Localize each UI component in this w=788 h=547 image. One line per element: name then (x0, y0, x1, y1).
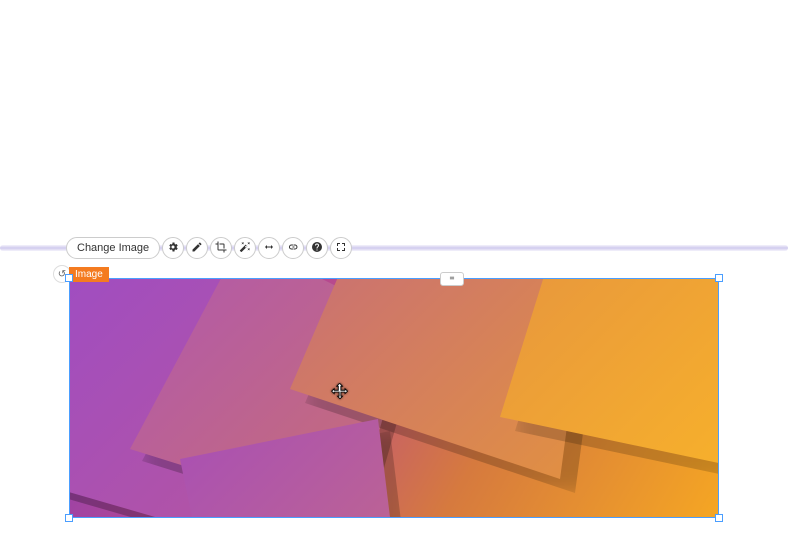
animation-button[interactable] (258, 237, 280, 259)
image-toolbar: Change Image (66, 237, 352, 259)
change-image-button[interactable]: Change Image (66, 237, 160, 259)
link-button[interactable] (282, 237, 304, 259)
design-button[interactable] (186, 237, 208, 259)
resize-handle-top-left[interactable] (65, 274, 73, 282)
resize-handle-bottom-left[interactable] (65, 514, 73, 522)
drag-icon (447, 270, 457, 288)
help-icon (311, 241, 323, 256)
stretch-icon (335, 241, 347, 256)
selected-image[interactable] (69, 278, 719, 518)
animation-icon (263, 241, 275, 256)
empty-canvas-area (0, 0, 788, 245)
gear-icon (167, 241, 179, 256)
settings-button[interactable] (162, 237, 184, 259)
drag-handle[interactable] (440, 272, 464, 286)
resize-handle-top-right[interactable] (715, 274, 723, 282)
stretch-button[interactable] (330, 237, 352, 259)
resize-handle-bottom-right[interactable] (715, 514, 723, 522)
filters-button[interactable] (234, 237, 256, 259)
element-type-label: Image (69, 267, 109, 282)
crop-button[interactable] (210, 237, 232, 259)
magic-wand-icon (239, 241, 251, 256)
help-button[interactable] (306, 237, 328, 259)
crop-icon (215, 241, 227, 256)
pencil-icon (191, 241, 203, 256)
link-icon (287, 241, 299, 256)
